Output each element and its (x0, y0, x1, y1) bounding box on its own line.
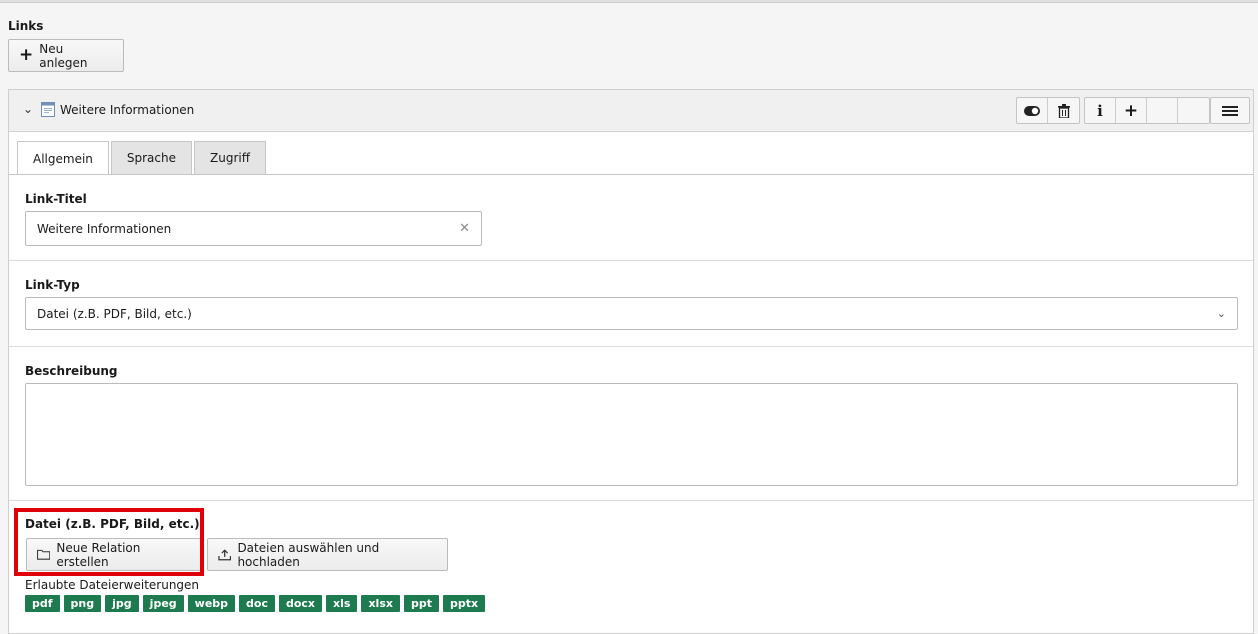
record-header[interactable]: ⌄ Weitere Informationen i + (9, 90, 1253, 132)
info-icon: i (1097, 101, 1103, 120)
clear-icon[interactable]: ✕ (459, 221, 470, 236)
description-textarea[interactable] (25, 383, 1238, 486)
chevron-down-icon: ⌄ (1216, 307, 1226, 320)
extension-badge: pdf (25, 595, 60, 612)
chevron-down-icon[interactable]: ⌄ (23, 102, 33, 116)
new-record-button[interactable]: + Neu anlegen (8, 39, 124, 72)
header-action-group-info: i + (1084, 97, 1210, 124)
allowed-extensions-label: Erlaubte Dateierweiterungen (25, 578, 200, 592)
link-title-value: Weitere Informationen (37, 221, 172, 236)
drag-handle-button[interactable] (1211, 98, 1249, 123)
record-panel: ⌄ Weitere Informationen i + Allgemein Sp… (8, 89, 1254, 634)
link-title-label: Link-Titel (25, 192, 87, 206)
record-title: Weitere Informationen (60, 103, 195, 117)
allowed-extensions-list: pdf png jpg jpeg webp doc docx xls xlsx … (25, 595, 486, 612)
extension-badge: webp (187, 595, 236, 612)
link-type-select[interactable]: Datei (z.B. PDF, Bild, etc.) ⌄ (25, 297, 1238, 330)
extension-badge: png (63, 595, 102, 612)
extension-badge: docx (278, 595, 323, 612)
upload-icon (218, 548, 232, 560)
extension-badge: xls (326, 595, 358, 612)
hide-toggle-button[interactable] (1017, 98, 1048, 123)
upload-files-button[interactable]: Dateien auswählen und hochladen (207, 538, 448, 571)
field-divider (9, 260, 1253, 261)
header-action-group-visibility (1016, 97, 1080, 124)
extension-badge: ppt (403, 595, 439, 612)
tab-bar-border (9, 174, 1253, 175)
field-divider (9, 500, 1253, 501)
top-divider (0, 0, 1258, 3)
new-relation-label: Neue Relation erstellen (56, 540, 141, 569)
tab-sprache[interactable]: Sprache (110, 141, 192, 174)
tab-zugriff[interactable]: Zugriff (194, 141, 266, 174)
toggle-icon (1024, 105, 1040, 116)
info-button[interactable]: i (1085, 98, 1116, 123)
plus-icon: + (19, 45, 34, 65)
add-after-button[interactable]: + (1116, 98, 1147, 123)
link-type-label: Link-Typ (25, 278, 80, 292)
upload-files-label: Dateien auswählen und hochladen (237, 540, 380, 569)
file-label: Datei (z.B. PDF, Bild, etc.) (25, 517, 200, 531)
description-label: Beschreibung (25, 364, 118, 378)
tab-allgemein[interactable]: Allgemein (17, 141, 109, 175)
link-title-input[interactable]: Weitere Informationen ✕ (25, 211, 482, 246)
empty-action-button-1[interactable] (1147, 98, 1178, 123)
record-type-icon (41, 102, 55, 117)
new-relation-button[interactable]: Neue Relation erstellen (26, 538, 201, 571)
extension-badge: xlsx (361, 595, 400, 612)
plus-icon: + (1123, 100, 1139, 121)
extension-badge: jpeg (142, 595, 184, 612)
section-title-links: Links (8, 19, 44, 33)
header-action-group-drag (1210, 97, 1250, 124)
trash-icon (1057, 103, 1070, 118)
link-type-value: Datei (z.B. PDF, Bild, etc.) (37, 306, 192, 321)
tab-bar: Allgemein Sprache Zugriff (17, 141, 266, 175)
extension-badge: jpg (105, 595, 139, 612)
extension-badge: doc (239, 595, 275, 612)
extension-badge: pptx (442, 595, 486, 612)
menu-icon (1222, 105, 1238, 116)
new-record-label: Neu anlegen (39, 41, 88, 70)
folder-icon (37, 549, 51, 560)
empty-action-button-2[interactable] (1178, 98, 1209, 123)
field-divider (9, 346, 1253, 347)
delete-button[interactable] (1048, 98, 1079, 123)
